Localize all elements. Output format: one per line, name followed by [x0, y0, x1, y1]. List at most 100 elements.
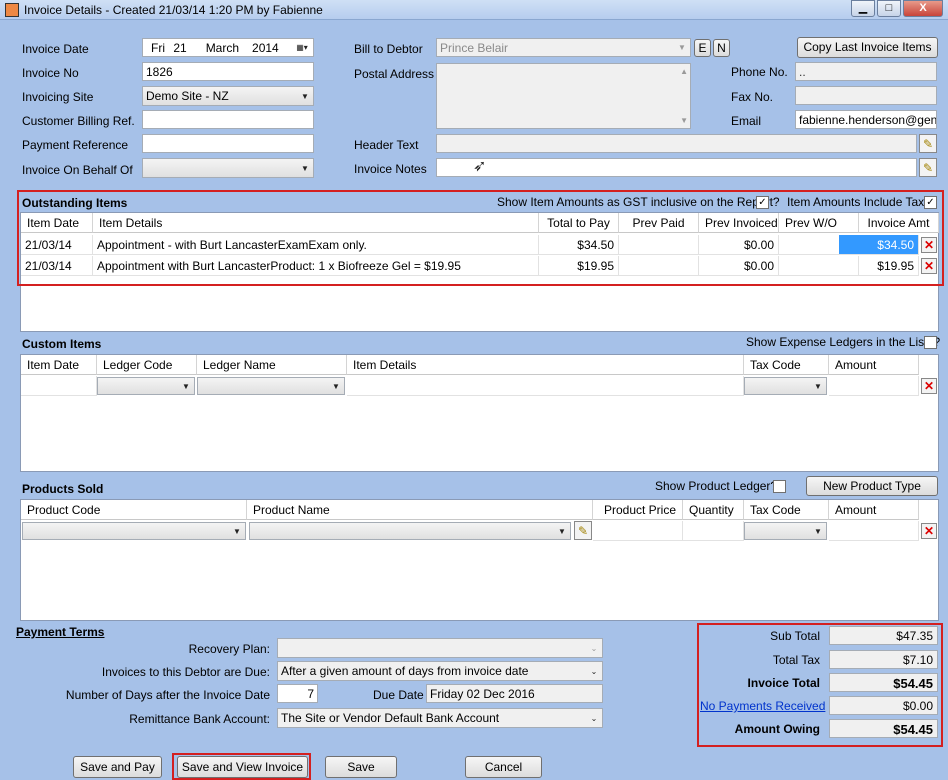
recovery-plan-select[interactable]: ⌄	[277, 638, 603, 658]
due-date-field[interactable]: Friday 02 Dec 2016	[426, 684, 603, 703]
custom-item-date-cell[interactable]	[21, 376, 97, 396]
custom-item-details-cell[interactable]	[347, 376, 744, 396]
col-invoice-amt[interactable]: Invoice Amt	[859, 213, 939, 233]
invoices-due-select[interactable]: After a given amount of days from invoic…	[277, 661, 603, 681]
edit-header-text-button[interactable]: ✎	[919, 134, 937, 153]
row1-total-to-pay[interactable]: $34.50	[539, 235, 619, 255]
invoice-no-field[interactable]: 1826	[142, 62, 314, 81]
include-tax-checkbox[interactable]: ✓	[924, 196, 937, 209]
copy-last-invoice-items-button[interactable]: Copy Last Invoice Items	[797, 37, 938, 58]
col-product-price[interactable]: Product Price	[593, 500, 683, 520]
tax-code-select[interactable]: ▼	[744, 377, 827, 395]
product-name-select[interactable]: ▼	[249, 522, 571, 540]
col-product-name[interactable]: Product Name	[247, 500, 593, 520]
save-and-pay-button[interactable]: Save and Pay	[73, 756, 162, 778]
new-product-type-button[interactable]: New Product Type	[806, 476, 938, 496]
col-amount[interactable]: Amount	[829, 500, 919, 520]
chevron-down-icon: ⌄	[590, 666, 598, 676]
delete-row-icon[interactable]: ✕	[921, 378, 937, 394]
col-ledger-name[interactable]: Ledger Name	[197, 355, 347, 375]
col-tax-code[interactable]: Tax Code	[744, 500, 829, 520]
expense-ledgers-checkbox[interactable]	[924, 336, 937, 349]
chevron-down-icon: ▼	[233, 526, 241, 536]
invoice-on-behalf-select[interactable]: ▼	[142, 158, 314, 178]
invoice-date-picker[interactable]: Fri 21 March 2014 ▦▾	[142, 38, 314, 57]
col-prev-invoiced[interactable]: Prev Invoiced	[699, 213, 779, 233]
phone-field[interactable]: ..	[795, 62, 937, 81]
invoice-total-value: $54.45	[829, 673, 938, 692]
maximize-button[interactable]: □	[877, 0, 901, 17]
payments-received-link[interactable]: No Payments Received	[700, 699, 825, 713]
col-ledger-code[interactable]: Ledger Code	[97, 355, 197, 375]
ledger-code-select[interactable]: ▼	[97, 377, 195, 395]
products-sold-title: Products Sold	[22, 482, 104, 496]
row1-item-details[interactable]: Appointment - with Burt LancasterExamExa…	[93, 235, 539, 255]
remittance-bank-select[interactable]: The Site or Vendor Default Bank Account …	[277, 708, 603, 728]
col-product-code[interactable]: Product Code	[21, 500, 247, 520]
app-icon	[5, 3, 19, 17]
delete-row-icon[interactable]: ✕	[921, 237, 937, 253]
col-amount[interactable]: Amount	[829, 355, 919, 375]
product-ledger-label: Show Product Ledger?	[655, 479, 778, 493]
edit-product-button[interactable]: ✎	[574, 521, 592, 540]
email-field[interactable]: fabienne.henderson@gensol	[795, 110, 937, 129]
cancel-button[interactable]: Cancel	[465, 756, 542, 778]
row1-item-date[interactable]: 21/03/14	[21, 235, 93, 255]
window-title: Invoice Details - Created 21/03/14 1:20 …	[24, 3, 323, 17]
invoice-date-day: Fri	[151, 41, 165, 55]
save-button[interactable]: Save	[325, 756, 397, 778]
custom-amount-cell[interactable]	[829, 376, 919, 396]
edit-invoice-notes-button[interactable]: ✎	[919, 158, 937, 177]
save-and-view-invoice-button[interactable]: Save and View Invoice	[177, 756, 308, 778]
payment-reference-field[interactable]	[142, 134, 314, 153]
invoicing-site-select[interactable]: Demo Site - NZ ▼	[142, 86, 314, 106]
delete-row-icon[interactable]: ✕	[921, 258, 937, 274]
remittance-bank-label: Remittance Bank Account:	[129, 712, 270, 726]
invoice-date-date: 21	[173, 41, 187, 55]
fax-field[interactable]	[795, 86, 937, 105]
new-debtor-button[interactable]: N	[713, 39, 730, 57]
minimize-button[interactable]: ▁	[851, 0, 875, 17]
col-item-date[interactable]: Item Date	[21, 213, 93, 233]
col-item-date[interactable]: Item Date	[21, 355, 97, 375]
row1-prev-invoiced[interactable]: $0.00	[699, 235, 779, 255]
quantity-cell[interactable]	[683, 521, 744, 541]
edit-debtor-button[interactable]: E	[694, 39, 711, 57]
header-text-field[interactable]	[436, 134, 917, 153]
calendar-icon[interactable]: ▦▾	[291, 39, 313, 56]
product-ledger-checkbox[interactable]	[773, 480, 786, 493]
number-of-days-field[interactable]: 7	[277, 684, 318, 703]
col-total-to-pay[interactable]: Total to Pay	[539, 213, 619, 233]
col-item-details[interactable]: Item Details	[93, 213, 539, 233]
col-tax-code[interactable]: Tax Code	[744, 355, 829, 375]
scroll-down-icon[interactable]: ▼	[680, 116, 688, 125]
col-prev-paid[interactable]: Prev Paid	[619, 213, 699, 233]
product-tax-code-select[interactable]: ▼	[744, 522, 827, 540]
close-window-button[interactable]: X	[903, 0, 943, 17]
scroll-up-icon[interactable]: ▲	[680, 67, 688, 76]
col-item-details[interactable]: Item Details	[347, 355, 744, 375]
delete-row-icon[interactable]: ✕	[921, 523, 937, 539]
customer-billing-ref-field[interactable]	[142, 110, 314, 129]
row2-prev-paid[interactable]	[619, 256, 699, 276]
col-quantity[interactable]: Quantity	[683, 500, 744, 520]
bill-to-debtor-select[interactable]: Prince Belair ▼	[436, 38, 691, 57]
product-price-cell[interactable]	[593, 521, 683, 541]
row2-total-to-pay[interactable]: $19.95	[539, 256, 619, 276]
row1-invoice-amt[interactable]: $34.50	[839, 235, 919, 255]
remittance-bank-value: The Site or Vendor Default Bank Account	[281, 711, 500, 725]
product-code-select[interactable]: ▼	[22, 522, 246, 540]
chevron-down-icon: ⌄	[590, 713, 598, 723]
gst-inclusive-checkbox[interactable]: ✓	[756, 196, 769, 209]
postal-address-field[interactable]: ▲ ▼	[436, 63, 691, 129]
row2-prev-invoiced[interactable]: $0.00	[699, 256, 779, 276]
row2-item-date[interactable]: 21/03/14	[21, 256, 93, 276]
ledger-name-select[interactable]: ▼	[197, 377, 345, 395]
col-prev-wo[interactable]: Prev W/O	[779, 213, 859, 233]
payment-terms-title: Payment Terms	[16, 625, 105, 639]
invoice-notes-field[interactable]	[436, 158, 917, 177]
row2-invoice-amt[interactable]: $19.95	[839, 256, 919, 276]
product-amount-cell[interactable]	[829, 521, 919, 541]
row2-item-details[interactable]: Appointment with Burt LancasterProduct: …	[93, 256, 539, 276]
row1-prev-paid[interactable]	[619, 235, 699, 255]
